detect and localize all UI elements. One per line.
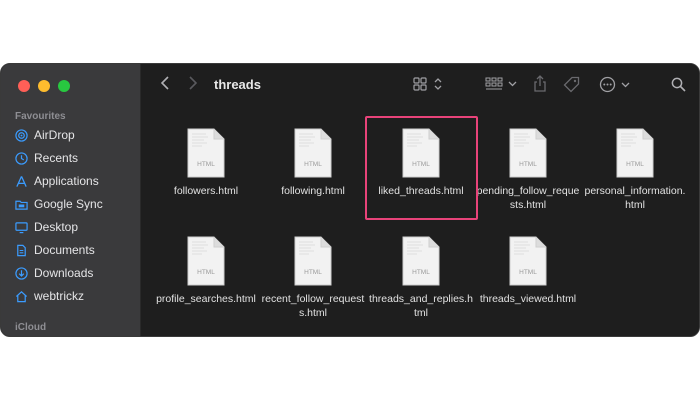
toolbar: threads [142, 64, 699, 106]
clock-icon [15, 151, 28, 165]
file-name: personal_information.html [584, 185, 686, 211]
file-name: followers.html [173, 185, 239, 197]
file-name: profile_searches.html [156, 293, 256, 305]
file-item[interactable]: HTML recent_follow_requests.html [260, 236, 366, 320]
file-item[interactable]: HTML profile_searches.html [153, 236, 259, 306]
file-type-badge: HTML [519, 269, 537, 276]
file-browser: threads HTML followers.html HTML followi… [142, 64, 699, 336]
html-file-icon: HTML [294, 128, 332, 178]
chevron-down-icon [508, 81, 517, 87]
folder-icon [15, 200, 28, 210]
sidebar-item-webtrickz[interactable]: webtrickz [15, 286, 84, 306]
chevron-right-icon [189, 76, 198, 90]
minimize-button[interactable] [38, 80, 50, 92]
document-icon [17, 244, 26, 256]
sidebar-item-label: webtrickz [34, 289, 85, 303]
sidebar-item-desktop[interactable]: Desktop [15, 217, 78, 237]
sidebar-item-airdrop[interactable]: AirDrop [15, 125, 75, 145]
sidebar-item-label: Applications [34, 174, 99, 188]
desktop-icon [15, 221, 28, 233]
html-file-icon: HTML [509, 236, 547, 286]
sidebar-item-label: Desktop [34, 220, 79, 234]
sidebar-section-favourites: Favourites [15, 111, 66, 122]
window-controls [18, 80, 70, 92]
group-button[interactable] [485, 77, 517, 91]
sidebar-item-google-sync[interactable]: Google Sync [15, 194, 103, 214]
file-name: pending_follow_requests.html [476, 185, 580, 211]
tag-icon [563, 76, 580, 93]
sidebar-item-label: Downloads [34, 266, 94, 280]
chevron-left-icon [160, 76, 169, 90]
window-title: threads [214, 77, 261, 92]
search-button[interactable] [671, 77, 686, 92]
file-type-badge: HTML [197, 269, 215, 276]
file-type-badge: HTML [197, 161, 215, 168]
file-name: following.html [281, 185, 345, 197]
file-type-badge: HTML [519, 161, 537, 168]
chevron-down-icon [621, 82, 630, 87]
file-type-badge: HTML [626, 161, 644, 168]
group-grid-icon [485, 77, 503, 90]
sidebar: Favourites AirDrop Recents Applications … [1, 64, 141, 336]
zoom-button[interactable] [58, 80, 70, 92]
ellipsis-circle-icon [599, 76, 616, 93]
airdrop-icon [15, 128, 28, 142]
html-file-icon: HTML [402, 236, 440, 286]
download-icon [15, 266, 28, 280]
sidebar-item-applications[interactable]: Applications [15, 171, 99, 191]
html-file-icon: HTML [509, 128, 547, 178]
finder-window: Favourites AirDrop Recents Applications … [0, 63, 700, 337]
sidebar-item-label: Documents [34, 243, 95, 257]
view-toggle-button[interactable] [413, 77, 443, 91]
sidebar-item-label: Google Sync [34, 197, 103, 211]
file-type-badge: HTML [304, 161, 322, 168]
html-file-icon: HTML [187, 128, 225, 178]
file-item[interactable]: HTML personal_information.html [582, 128, 688, 212]
share-icon [534, 75, 546, 92]
file-type-badge: HTML [304, 269, 322, 276]
file-item[interactable]: HTML followers.html [153, 128, 259, 198]
file-name: recent_follow_requests.html [261, 293, 365, 319]
file-item[interactable]: HTML following.html [260, 128, 366, 198]
home-icon [15, 290, 28, 302]
share-button[interactable] [533, 75, 547, 92]
updown-chevron-icon [434, 78, 442, 90]
file-item[interactable]: HTML threads_and_replies.html [368, 236, 474, 320]
file-item[interactable]: HTML threads_viewed.html [475, 236, 581, 306]
selection-highlight [365, 116, 478, 220]
tag-button[interactable] [563, 76, 580, 93]
search-icon [671, 77, 686, 92]
file-name: threads_viewed.html [479, 293, 577, 305]
sidebar-item-label: Recents [34, 151, 79, 165]
html-file-icon: HTML [616, 128, 654, 178]
file-type-badge: HTML [412, 269, 430, 276]
sidebar-item-label: AirDrop [34, 128, 75, 142]
html-file-icon: HTML [187, 236, 225, 286]
sidebar-section-icloud: iCloud [15, 322, 47, 333]
sidebar-item-downloads[interactable]: Downloads [15, 263, 93, 283]
file-item[interactable]: HTML pending_follow_requests.html [475, 128, 581, 212]
close-button[interactable] [18, 80, 30, 92]
sidebar-item-recents[interactable]: Recents [15, 148, 78, 168]
more-actions-button[interactable] [599, 76, 630, 93]
sidebar-item-documents[interactable]: Documents [15, 240, 95, 260]
forward-button[interactable] [188, 75, 198, 91]
grid-icon [413, 77, 427, 91]
applications-icon [16, 175, 27, 187]
back-button[interactable] [160, 75, 170, 91]
file-name: threads_and_replies.html [369, 293, 473, 319]
html-file-icon: HTML [294, 236, 332, 286]
